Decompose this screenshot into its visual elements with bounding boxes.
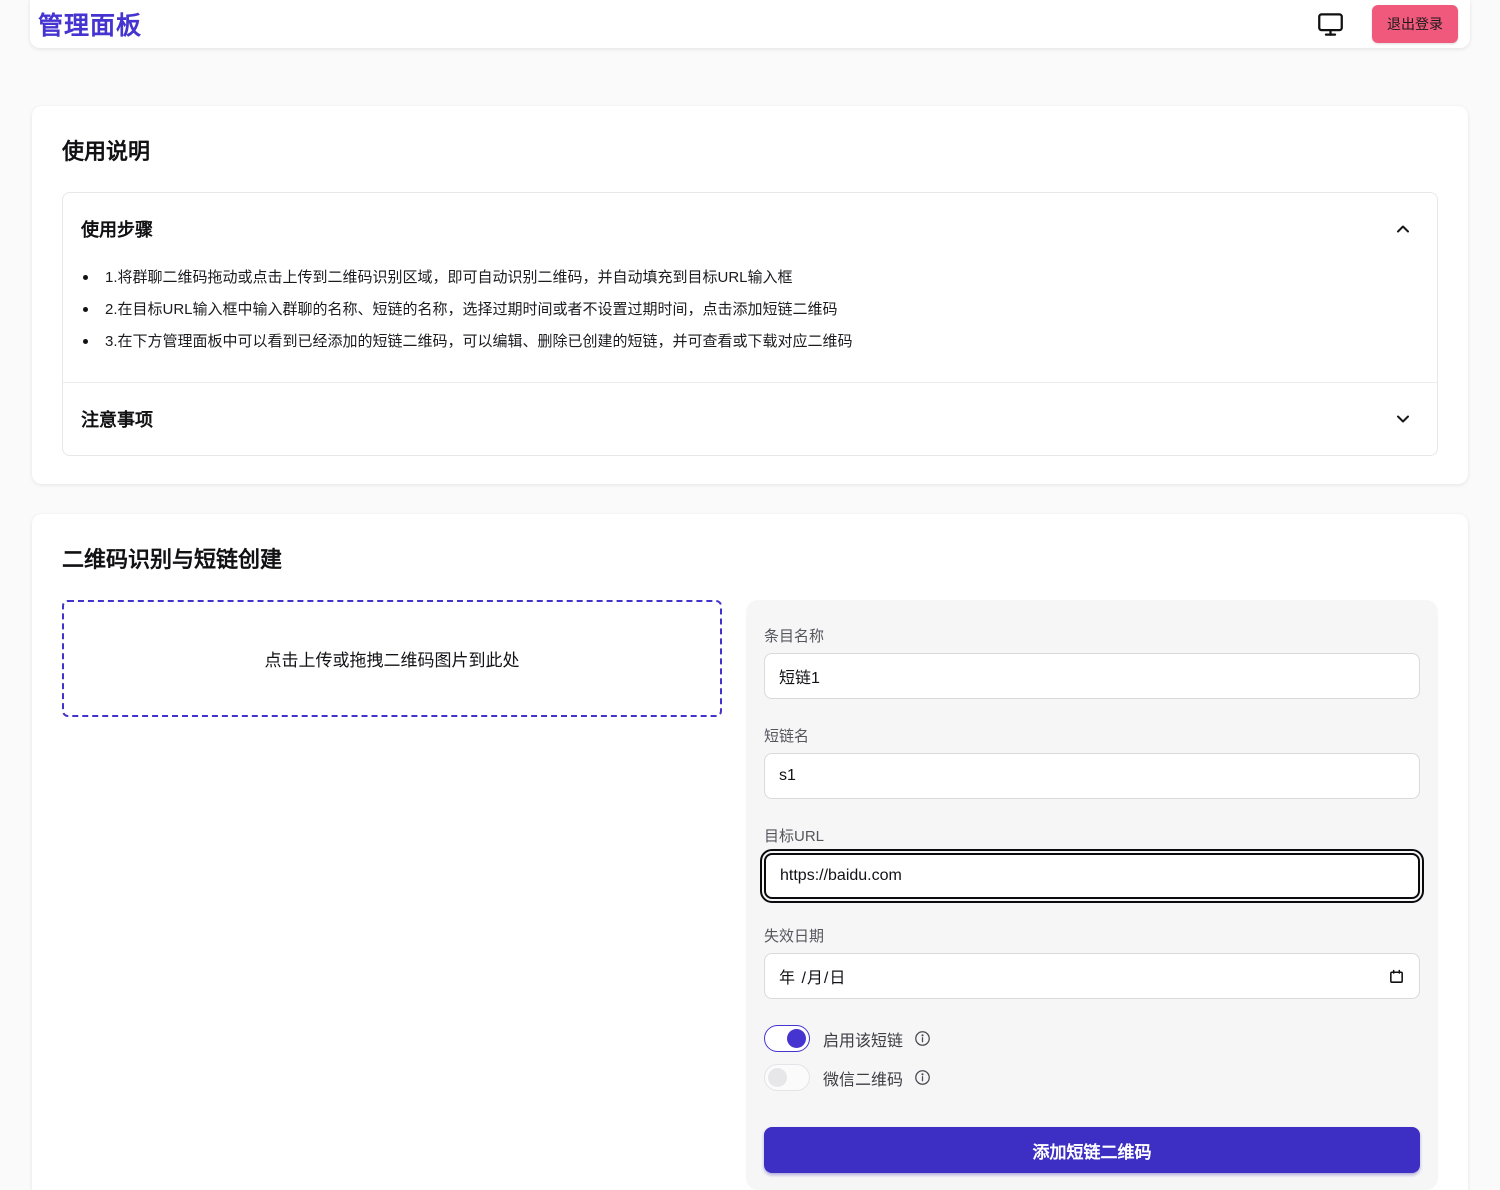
monitor-icon[interactable] <box>1317 11 1344 38</box>
chevron-down-icon <box>1393 409 1413 429</box>
accordion-item-steps: 使用步骤 1.将群聊二维码拖动或点击上传到二维码识别区域，即可自动识别二维码，并… <box>63 193 1437 382</box>
enable-shortlink-label: 启用该短链 <box>823 1027 903 1051</box>
header-actions: 退出登录 <box>1317 5 1458 43</box>
step-item: 1.将群聊二维码拖动或点击上传到二维码识别区域，即可自动识别二维码，并自动填充到… <box>63 267 1413 289</box>
enable-shortlink-row: 启用该短链 <box>764 1025 1420 1052</box>
enable-shortlink-toggle[interactable] <box>764 1025 810 1052</box>
accordion-header-notes[interactable]: 注意事项 <box>63 383 1437 455</box>
shortlink-form: 条目名称 短链名 目标URL 失效日期 年 /月/日 <box>746 600 1438 1190</box>
steps-list: 1.将群聊二维码拖动或点击上传到二维码识别区域，即可自动识别二维码，并自动填充到… <box>63 267 1413 352</box>
info-icon[interactable] <box>914 1030 931 1047</box>
field-short-name: 短链名 <box>764 725 1420 799</box>
chevron-up-icon <box>1393 219 1413 239</box>
short-name-label: 短链名 <box>764 725 1420 746</box>
instructions-accordion: 使用步骤 1.将群聊二维码拖动或点击上传到二维码识别区域，即可自动识别二维码，并… <box>62 192 1438 456</box>
field-entry-name: 条目名称 <box>764 625 1420 699</box>
entry-name-input[interactable] <box>764 653 1420 699</box>
instructions-title: 使用说明 <box>62 134 1438 166</box>
creator-card: 二维码识别与短链创建 点击上传或拖拽二维码图片到此处 条目名称 短链名 目标UR… <box>32 514 1468 1190</box>
creator-title: 二维码识别与短链创建 <box>62 542 1438 574</box>
entry-name-label: 条目名称 <box>764 625 1420 646</box>
accordion-title-steps: 使用步骤 <box>81 216 153 242</box>
toggle-knob <box>768 1068 787 1087</box>
date-placeholder-text: 年 /月/日 <box>779 964 846 988</box>
page-title: 管理面板 <box>38 6 142 42</box>
target-url-input[interactable] <box>764 853 1420 899</box>
creator-grid: 点击上传或拖拽二维码图片到此处 条目名称 短链名 目标URL 失效日期 年 /月… <box>62 600 1438 1190</box>
field-expiry-date: 失效日期 年 /月/日 <box>764 925 1420 999</box>
accordion-item-notes: 注意事项 <box>63 382 1437 455</box>
step-item: 2.在目标URL输入框中输入群聊的名称、短链的名称，选择过期时间或者不设置过期时… <box>63 299 1413 321</box>
expiry-date-input[interactable]: 年 /月/日 <box>764 953 1420 999</box>
short-name-input[interactable] <box>764 753 1420 799</box>
step-item: 3.在下方管理面板中可以看到已经添加的短链二维码，可以编辑、删除已创建的短链，并… <box>63 331 1413 353</box>
logout-button[interactable]: 退出登录 <box>1372 5 1458 43</box>
upload-hint-text: 点击上传或拖拽二维码图片到此处 <box>265 646 520 671</box>
qr-upload-dropzone[interactable]: 点击上传或拖拽二维码图片到此处 <box>62 600 722 717</box>
accordion-title-notes: 注意事项 <box>81 406 153 432</box>
wechat-qr-toggle[interactable] <box>764 1064 810 1091</box>
calendar-icon[interactable] <box>1388 968 1405 985</box>
wechat-qr-label: 微信二维码 <box>823 1066 903 1090</box>
add-shortlink-button[interactable]: 添加短链二维码 <box>764 1127 1420 1173</box>
accordion-header-steps[interactable]: 使用步骤 <box>63 193 1437 265</box>
target-url-label: 目标URL <box>764 825 1420 846</box>
wechat-qr-row: 微信二维码 <box>764 1064 1420 1091</box>
info-icon[interactable] <box>914 1069 931 1086</box>
expiry-date-label: 失效日期 <box>764 925 1420 946</box>
field-target-url: 目标URL <box>764 825 1420 899</box>
instructions-card: 使用说明 使用步骤 1.将群聊二维码拖动或点击上传到二维码识别区域，即可自动识别… <box>32 106 1468 484</box>
header-bar: 管理面板 退出登录 <box>30 0 1470 48</box>
toggle-knob <box>787 1029 806 1048</box>
steps-list-container: 1.将群聊二维码拖动或点击上传到二维码识别区域，即可自动识别二维码，并自动填充到… <box>63 265 1437 382</box>
